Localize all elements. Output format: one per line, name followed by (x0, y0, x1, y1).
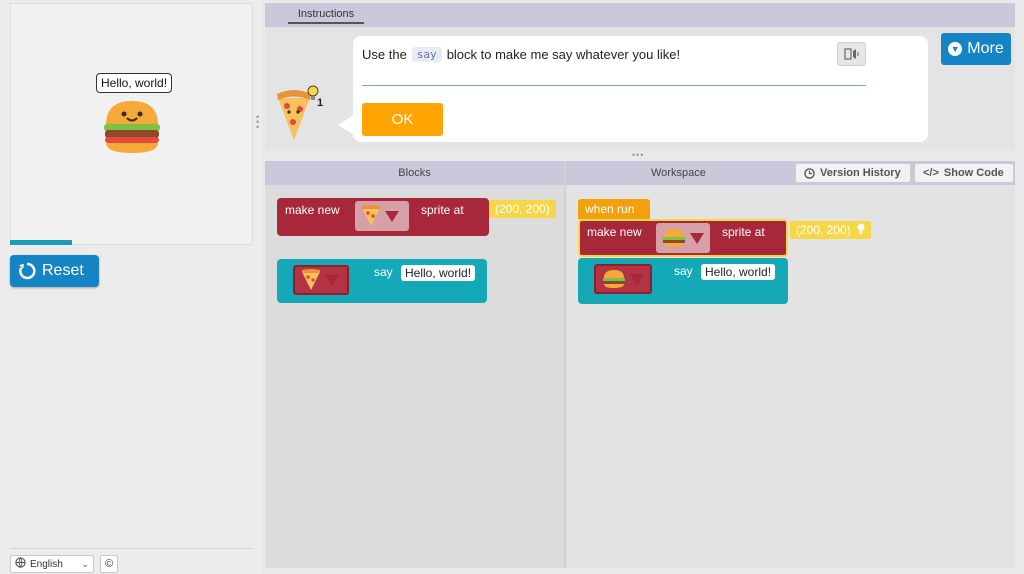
sprite-at-label: sprite at (722, 225, 765, 239)
ok-button[interactable]: OK (362, 103, 443, 136)
reset-label: Reset (42, 262, 84, 279)
clock-icon (804, 167, 815, 179)
dropdown-arrow-icon (690, 232, 704, 244)
coords-field[interactable]: (200, 200) (790, 221, 871, 239)
speaker-icon (843, 48, 859, 60)
instructions-tab-bar (265, 3, 1015, 27)
speech-bubble: Hello, world! (96, 73, 173, 93)
when-run-block[interactable]: when run (578, 199, 650, 219)
show-code-button[interactable]: </> Show Code (914, 163, 1014, 183)
burger-sprite (104, 101, 160, 153)
pizza-icon (362, 205, 380, 226)
globe-icon (15, 557, 26, 571)
instruction-text-start: Use the (362, 47, 407, 62)
burger-icon (663, 229, 685, 247)
make-new-sprite-block[interactable]: make new sprite at (578, 219, 788, 257)
dropdown-arrow-icon (385, 210, 399, 222)
version-history-button[interactable]: Version History (795, 163, 911, 183)
show-code-label: Show Code (943, 167, 1004, 179)
more-label: More (967, 40, 1004, 57)
coords-value: (200, 200) (796, 223, 851, 237)
code-chip-say[interactable]: say (411, 47, 442, 62)
say-text-field[interactable]: Hello, world! (701, 264, 776, 280)
tab-instructions[interactable]: Instructions (288, 8, 364, 24)
text-to-speech-button[interactable] (837, 42, 866, 66)
blocks-title: Blocks (398, 167, 431, 179)
coords-field[interactable]: (200, 200) (489, 200, 556, 218)
left-column: Hello, world! Reset English ⌄ © (0, 0, 262, 574)
pizza-icon (302, 269, 320, 290)
when-run-label: when run (585, 202, 635, 216)
sprite-dropdown[interactable] (656, 223, 710, 253)
code-icon: </> (923, 167, 939, 179)
dropdown-arrow-icon (325, 274, 339, 286)
stage-progress-bar (10, 240, 72, 245)
burger-icon (603, 270, 625, 288)
workspace-title: Workspace (651, 167, 706, 179)
sprite-dropdown[interactable] (355, 201, 409, 231)
copyright-button[interactable]: © (100, 555, 118, 573)
say-label: say (374, 265, 393, 279)
instructions-divider (362, 85, 866, 86)
more-button[interactable]: ▼ More (941, 33, 1011, 65)
workspace-header: Workspace Version History </> Show Code (566, 161, 1015, 185)
vertical-resize-handle[interactable]: • • • (256, 113, 260, 132)
chevron-down-icon: ⌄ (81, 558, 89, 569)
bubble-tail (338, 115, 354, 135)
say-label: say (674, 264, 693, 278)
language-select[interactable]: English ⌄ (10, 555, 94, 573)
blocks-toolbox: make new sprite at (200, 200) say Hello,… (265, 185, 564, 568)
hint-count: 1 (317, 97, 323, 109)
make-new-sprite-block[interactable]: make new sprite at (277, 198, 489, 236)
say-block[interactable]: say Hello, world! (578, 258, 788, 304)
chevron-circle-down-icon: ▼ (948, 42, 963, 56)
lightbulb-icon (857, 223, 865, 238)
language-label: English (30, 558, 63, 570)
version-history-label: Version History (820, 167, 901, 179)
stage-canvas: Hello, world! (10, 3, 253, 245)
pizza-avatar: 1 (277, 85, 323, 140)
horizontal-resize-handle[interactable]: ••• (632, 150, 644, 160)
sprite-at-label: sprite at (421, 203, 464, 217)
instruction-text-end: block to make me say whatever you like! (446, 47, 681, 62)
blocks-header: Blocks (265, 161, 564, 185)
footer-divider (10, 548, 253, 549)
dropdown-arrow-icon (630, 273, 644, 285)
sprite-dropdown[interactable] (293, 265, 349, 295)
say-block[interactable]: say Hello, world! (277, 259, 487, 303)
make-new-label: make new (285, 203, 340, 217)
make-new-label: make new (587, 225, 642, 239)
say-text-field[interactable]: Hello, world! (401, 265, 476, 281)
copyright-icon: © (104, 558, 114, 570)
instructions-text: Use the say block to make me say whateve… (362, 47, 680, 62)
workspace-canvas[interactable]: when run make new sprite at (200, 200) s… (566, 185, 1015, 568)
reset-icon (19, 262, 36, 280)
reset-button[interactable]: Reset (10, 255, 99, 287)
sprite-dropdown[interactable] (594, 264, 652, 294)
